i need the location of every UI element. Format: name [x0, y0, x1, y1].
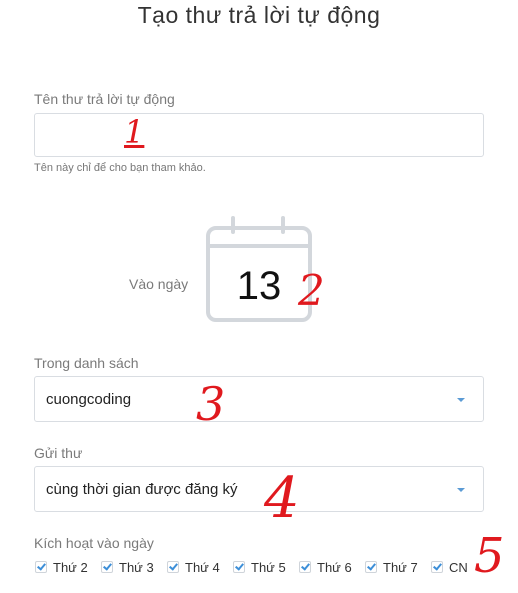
- day-checkbox-thu[interactable]: Thứ 5: [233, 558, 286, 576]
- checkbox-checked-icon: [35, 561, 47, 573]
- day-checkbox-mon[interactable]: Thứ 2: [35, 558, 88, 576]
- day-label: Thứ 6: [317, 559, 352, 575]
- annotation-1: 1: [124, 113, 145, 151]
- annotation-4: 4: [264, 466, 300, 531]
- list-select-value: cuongcoding: [46, 391, 132, 408]
- checkbox-checked-icon: [431, 561, 443, 573]
- name-field-label: Tên thư trả lời tự động: [34, 91, 175, 107]
- checkbox-checked-icon: [299, 561, 311, 573]
- calendar-day-number: 13: [236, 264, 282, 308]
- day-label: CN: [449, 559, 468, 575]
- send-select-value: cùng thời gian được đăng ký: [46, 481, 238, 498]
- chevron-down-icon: [457, 488, 465, 492]
- day-checkbox-wed[interactable]: Thứ 4: [167, 558, 220, 576]
- name-field-hint: Tên này chỉ để cho bạn tham khảo.: [34, 162, 206, 174]
- send-field-label: Gửi thư: [34, 445, 83, 461]
- day-checkbox-sun[interactable]: CN: [431, 558, 468, 576]
- date-label: Vào ngày: [129, 276, 189, 292]
- checkbox-checked-icon: [167, 561, 179, 573]
- checkbox-checked-icon: [233, 561, 245, 573]
- list-field-label: Trong danh sách: [34, 355, 139, 371]
- send-select[interactable]: cùng thời gian được đăng ký: [34, 466, 484, 512]
- annotation-2: 2: [298, 266, 325, 315]
- day-label: Thứ 5: [251, 559, 286, 575]
- day-label: Thứ 4: [185, 559, 220, 575]
- day-label: Thứ 7: [383, 559, 418, 575]
- day-checkbox-tue[interactable]: Thứ 3: [101, 558, 154, 576]
- annotation-3: 3: [196, 377, 226, 431]
- activate-label: Kích hoạt vào ngày: [34, 535, 154, 551]
- day-checkbox-sat[interactable]: Thứ 7: [365, 558, 418, 576]
- page-title: Tạo thư trả lời tự động: [137, 2, 381, 28]
- calendar-ring-right: [281, 216, 285, 234]
- calendar-header-bar: [206, 244, 312, 248]
- day-label: Thứ 2: [53, 559, 88, 575]
- list-select[interactable]: cuongcoding: [34, 376, 484, 422]
- checkbox-checked-icon: [365, 561, 377, 573]
- annotation-5: 5: [474, 528, 505, 584]
- day-label: Thứ 3: [119, 559, 154, 575]
- name-input[interactable]: [34, 113, 484, 157]
- chevron-down-icon: [457, 398, 465, 402]
- day-checkbox-fri[interactable]: Thứ 6: [299, 558, 352, 576]
- checkbox-checked-icon: [101, 561, 113, 573]
- calendar-ring-left: [231, 216, 235, 234]
